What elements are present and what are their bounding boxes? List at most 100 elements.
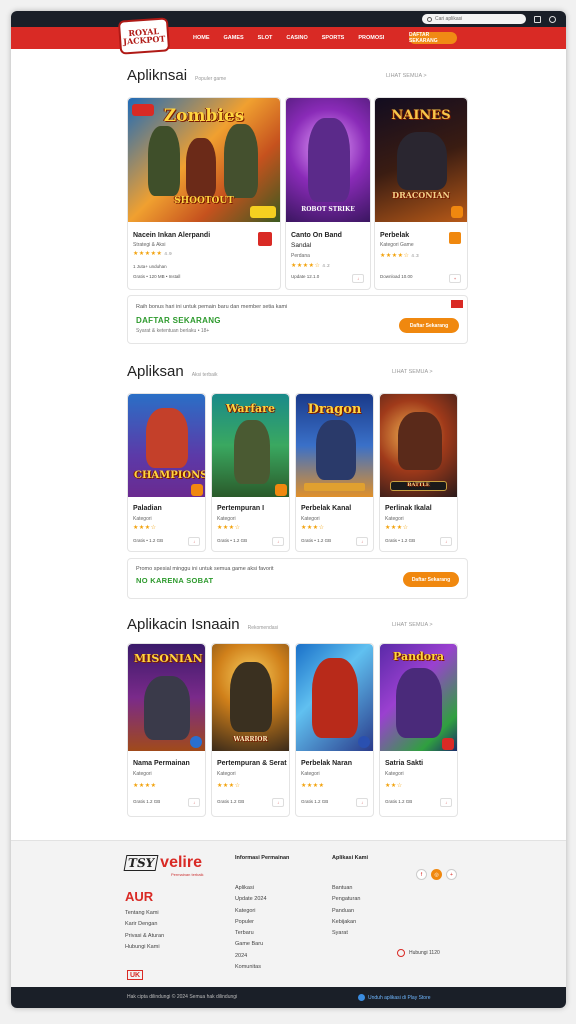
app-card[interactable]: Zombies SHOOTOUT Nacein Inkan Alerpandi … — [127, 97, 281, 290]
see-all-link[interactable]: LIHAT SEMUA > — [386, 73, 427, 79]
download-icon[interactable]: ↓ — [188, 798, 200, 807]
app-meta: Update 12.1.0 — [291, 274, 320, 279]
footer-tagline: Permainan terbaik — [171, 872, 204, 877]
install-button[interactable] — [258, 232, 272, 246]
art-subtitle: WARRIOR — [233, 736, 268, 743]
download-icon[interactable]: ↓ — [352, 274, 364, 283]
footer-link[interactable]: Aplikasi — [235, 883, 267, 894]
footer-column-title: Aplikasi Kami — [332, 855, 369, 861]
footer-link[interactable]: Pengaturan — [332, 894, 360, 905]
app-card[interactable]: MISONIAN Nama Permainan Kategori ★★★★ Gr… — [127, 643, 206, 817]
footer-link[interactable]: Karir Dengan — [125, 919, 164, 930]
app-meta: Gratis • 1.2 GB — [217, 538, 248, 543]
app-meta: Gratis 1.2 GB — [385, 799, 413, 804]
banner-button[interactable]: Daftar Sekarang — [403, 572, 459, 587]
art-title: Dragon — [307, 402, 362, 417]
download-icon[interactable]: ↓ — [188, 537, 200, 546]
download-icon[interactable]: ↓ — [272, 798, 284, 807]
footer-column-2: Informasi Permainan — [235, 853, 289, 864]
rating-badge — [451, 206, 463, 218]
star-rating: ★★★★☆ 4.2 — [291, 263, 331, 269]
footer-link[interactable]: Populer — [235, 917, 267, 928]
facebook-icon[interactable]: f — [416, 869, 427, 880]
app-meta: Gratis 1.2 GB — [301, 799, 329, 804]
app-artwork — [296, 644, 373, 751]
app-card[interactable]: BATTLE Perlinak Ikalal Kategori ★★★☆ Gra… — [379, 393, 458, 552]
app-name: Nacein Inkan Alerpandi — [133, 232, 211, 239]
banner-button[interactable]: Daftar Sekarang — [399, 318, 459, 333]
app-card[interactable]: WARRIOR Pertempuran & Serat Kategori ★★★… — [211, 643, 290, 817]
app-meta: Download 10.00 — [380, 274, 413, 279]
top-bar: Cari aplikasi — [11, 11, 566, 27]
footer-link[interactable]: 2024 — [235, 951, 267, 962]
download-icon[interactable]: + — [449, 274, 461, 283]
app-card[interactable]: CHAMPIONS Paladian Kategori ★★★☆ Gratis … — [127, 393, 206, 552]
app-store-link[interactable]: Unduh aplikasi di Play Store — [358, 994, 431, 1001]
app-artwork: Dragon — [296, 394, 373, 497]
nav-item-games[interactable]: GAMES — [224, 35, 244, 41]
app-category: Kategori — [133, 516, 152, 522]
nav-item-slot[interactable]: SLOT — [258, 35, 273, 41]
footer-link[interactable]: Game Baru — [235, 939, 267, 950]
footer-link[interactable]: Tentang Kami — [125, 908, 164, 919]
app-artwork: BATTLE — [380, 394, 457, 497]
nav-item-home[interactable]: HOME — [193, 35, 210, 41]
rating-badge — [275, 484, 287, 496]
download-icon[interactable]: ↓ — [356, 798, 368, 807]
footer-link[interactable]: Update 2024 — [235, 894, 267, 905]
plus-icon[interactable]: + — [446, 869, 457, 880]
star-rating: ★★★★★ 4.9 — [133, 251, 173, 257]
footer-link[interactable]: Hubungi Kami — [125, 942, 164, 953]
instagram-icon[interactable]: ◎ — [431, 869, 442, 880]
download-icon[interactable]: ↓ — [272, 537, 284, 546]
nav-item-promosi[interactable]: PROMOSI — [358, 35, 384, 41]
app-card[interactable]: ROBOT STRIKE Canto On Band Sandal Perdan… — [285, 97, 371, 290]
star-rating: ★★★☆ — [217, 783, 241, 789]
footer-link[interactable]: Syarat — [332, 928, 360, 939]
rating-badge — [442, 738, 454, 750]
star-rating: ★★★☆ — [301, 525, 325, 531]
contact-info[interactable]: Hubungi 1120 — [397, 949, 440, 957]
footer-logo-word: velire — [160, 854, 202, 871]
bag-icon[interactable] — [534, 15, 541, 23]
footer-link[interactable]: Kategori — [235, 906, 267, 917]
register-button[interactable]: DAFTAR SEKARANG — [409, 32, 457, 44]
app-card[interactable]: Perbelak Naran Kategori ★★★★ Gratis 1.2 … — [295, 643, 374, 817]
footer-link[interactable]: Panduan — [332, 906, 360, 917]
footer-logo-mark: TSY — [123, 855, 159, 871]
app-meta: Gratis 1.2 GB — [133, 799, 161, 804]
footer-link[interactable]: Privasi & Aturan — [125, 931, 164, 942]
search-input[interactable]: Cari aplikasi — [422, 14, 526, 24]
app-artwork: ROBOT STRIKE — [286, 98, 370, 222]
app-category: Kategori — [217, 516, 236, 522]
download-icon[interactable]: ↓ — [356, 537, 368, 546]
user-icon[interactable] — [549, 15, 556, 23]
hot-badge — [132, 104, 154, 116]
footer-link[interactable]: Bantuan — [332, 883, 360, 894]
app-name: Perbelak — [380, 232, 410, 239]
star-rating: ★★★☆ — [133, 525, 157, 531]
footer-link[interactable]: Kebijakan — [332, 917, 360, 928]
download-icon[interactable]: ↓ — [440, 798, 452, 807]
download-icon[interactable]: ↓ — [440, 537, 452, 546]
see-all-link[interactable]: LIHAT SEMUA > — [392, 622, 433, 628]
app-card[interactable]: NAINES DRACONIAN Perbelak Kategori Game … — [374, 97, 468, 290]
footer: TSY velire Permainan terbaik AUR Tentang… — [11, 840, 566, 987]
app-category: Kategori — [385, 516, 404, 522]
footer-link[interactable]: Terbaru — [235, 928, 267, 939]
search-placeholder: Cari aplikasi — [435, 16, 463, 22]
nav-item-casino[interactable]: CASINO — [286, 35, 307, 41]
app-card[interactable]: Dragon Perbelak Kanal Kategori ★★★☆ Grat… — [295, 393, 374, 552]
app-card[interactable]: Warfare Pertempuran I Kategori ★★★☆ Grat… — [211, 393, 290, 552]
art-subtitle: ROBOT STRIKE — [301, 206, 355, 213]
install-button[interactable] — [449, 232, 461, 244]
see-all-link[interactable]: LIHAT SEMUA > — [392, 369, 433, 375]
art-subtitle: CHAMPIONS — [134, 470, 205, 481]
app-store-text: Unduh aplikasi di Play Store — [368, 994, 431, 1001]
star-rating: ★★★★☆ 4.3 — [380, 253, 420, 259]
site-logo[interactable]: ROYAL JACKPOT — [117, 17, 171, 55]
nav-item-sports[interactable]: SPORTS — [322, 35, 345, 41]
footer-link[interactable]: Komunitas — [235, 962, 267, 973]
app-card[interactable]: Pandora Satria Sakti Kategori ★★☆ Gratis… — [379, 643, 458, 817]
footer-logo[interactable]: TSY velire — [123, 854, 202, 872]
